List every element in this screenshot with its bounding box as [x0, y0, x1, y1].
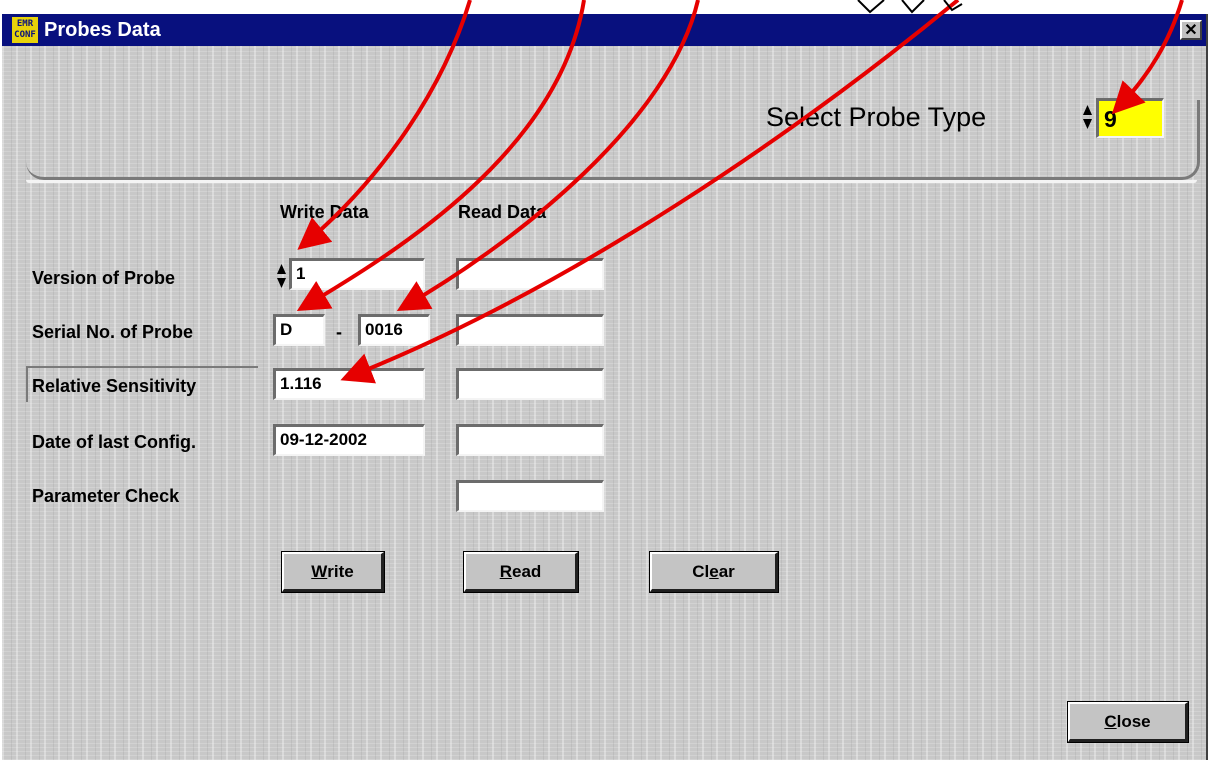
- sensitivity-write-value: 1.116: [280, 374, 322, 393]
- clear-button-label-end: ar: [718, 561, 735, 581]
- clear-button-label-start: Cl: [692, 561, 710, 581]
- close-icon: ✕: [1184, 22, 1198, 39]
- serial-label: Serial No. of Probe: [32, 322, 194, 342]
- probe-type-value: 9: [1104, 106, 1117, 132]
- date-write-input[interactable]: 09-12-2002: [273, 424, 425, 456]
- probe-type-label: Select Probe Type: [766, 102, 987, 132]
- probe-type-panel: [26, 100, 1200, 183]
- date-write-value: 09-12-2002: [280, 430, 367, 449]
- write-button-accel: W: [311, 561, 328, 581]
- read-button[interactable]: Read: [463, 551, 579, 593]
- probe-type-spinner-icon[interactable]: [1082, 104, 1093, 130]
- probe-type-input[interactable]: 9: [1096, 98, 1164, 138]
- title-bar: EMR CONF Probes Data ✕: [2, 14, 1206, 46]
- app-icon-line-2: CONF: [14, 30, 36, 40]
- cropped-marks-icon: [857, 0, 963, 14]
- serial-read-field[interactable]: [456, 314, 604, 346]
- app-icon-line-1: EMR: [16, 19, 34, 29]
- title-close-button[interactable]: ✕: [1180, 20, 1202, 40]
- version-read-field[interactable]: [456, 258, 604, 290]
- read-button-accel: R: [499, 561, 512, 581]
- read-button-label: ead: [511, 561, 542, 581]
- serial-number-input[interactable]: 0016: [358, 314, 430, 346]
- window-title: Probes Data: [44, 18, 161, 41]
- date-read-field[interactable]: [456, 424, 604, 456]
- serial-separator: -: [336, 322, 342, 342]
- clear-button-accel: e: [709, 561, 719, 581]
- version-label: Version of Probe: [32, 268, 176, 288]
- close-button-accel: C: [1104, 711, 1117, 731]
- version-spinner-icon[interactable]: [276, 263, 287, 289]
- write-button[interactable]: Write: [281, 551, 385, 593]
- serial-number-value: 0016: [365, 320, 403, 339]
- sensitivity-read-field[interactable]: [456, 368, 604, 400]
- read-data-header: Read Data: [458, 202, 547, 222]
- param-check-label: Parameter Check: [32, 486, 180, 506]
- serial-prefix-input[interactable]: D: [273, 314, 325, 346]
- close-button-label: lose: [1116, 711, 1151, 731]
- version-write-input[interactable]: 1: [289, 258, 425, 290]
- close-button[interactable]: Close: [1067, 701, 1189, 743]
- probes-data-window: EMR CONF Probes Data ✕ Select Probe Type…: [0, 14, 1208, 760]
- app-icon: EMR CONF: [12, 17, 38, 43]
- clear-button[interactable]: Cl e ar: [649, 551, 779, 593]
- serial-prefix-value: D: [280, 320, 293, 339]
- param-check-read-field[interactable]: [456, 480, 604, 512]
- write-button-label: rite: [327, 561, 354, 581]
- version-write-value: 1: [296, 264, 306, 283]
- date-label: Date of last Config.: [32, 432, 197, 452]
- sensitivity-write-input[interactable]: 1.116: [273, 368, 425, 400]
- sensitivity-label: Relative Sensitivity: [32, 376, 197, 396]
- client-area: Select Probe Type 9 Write Data Read Data…: [2, 46, 1206, 760]
- write-data-header: Write Data: [280, 202, 369, 222]
